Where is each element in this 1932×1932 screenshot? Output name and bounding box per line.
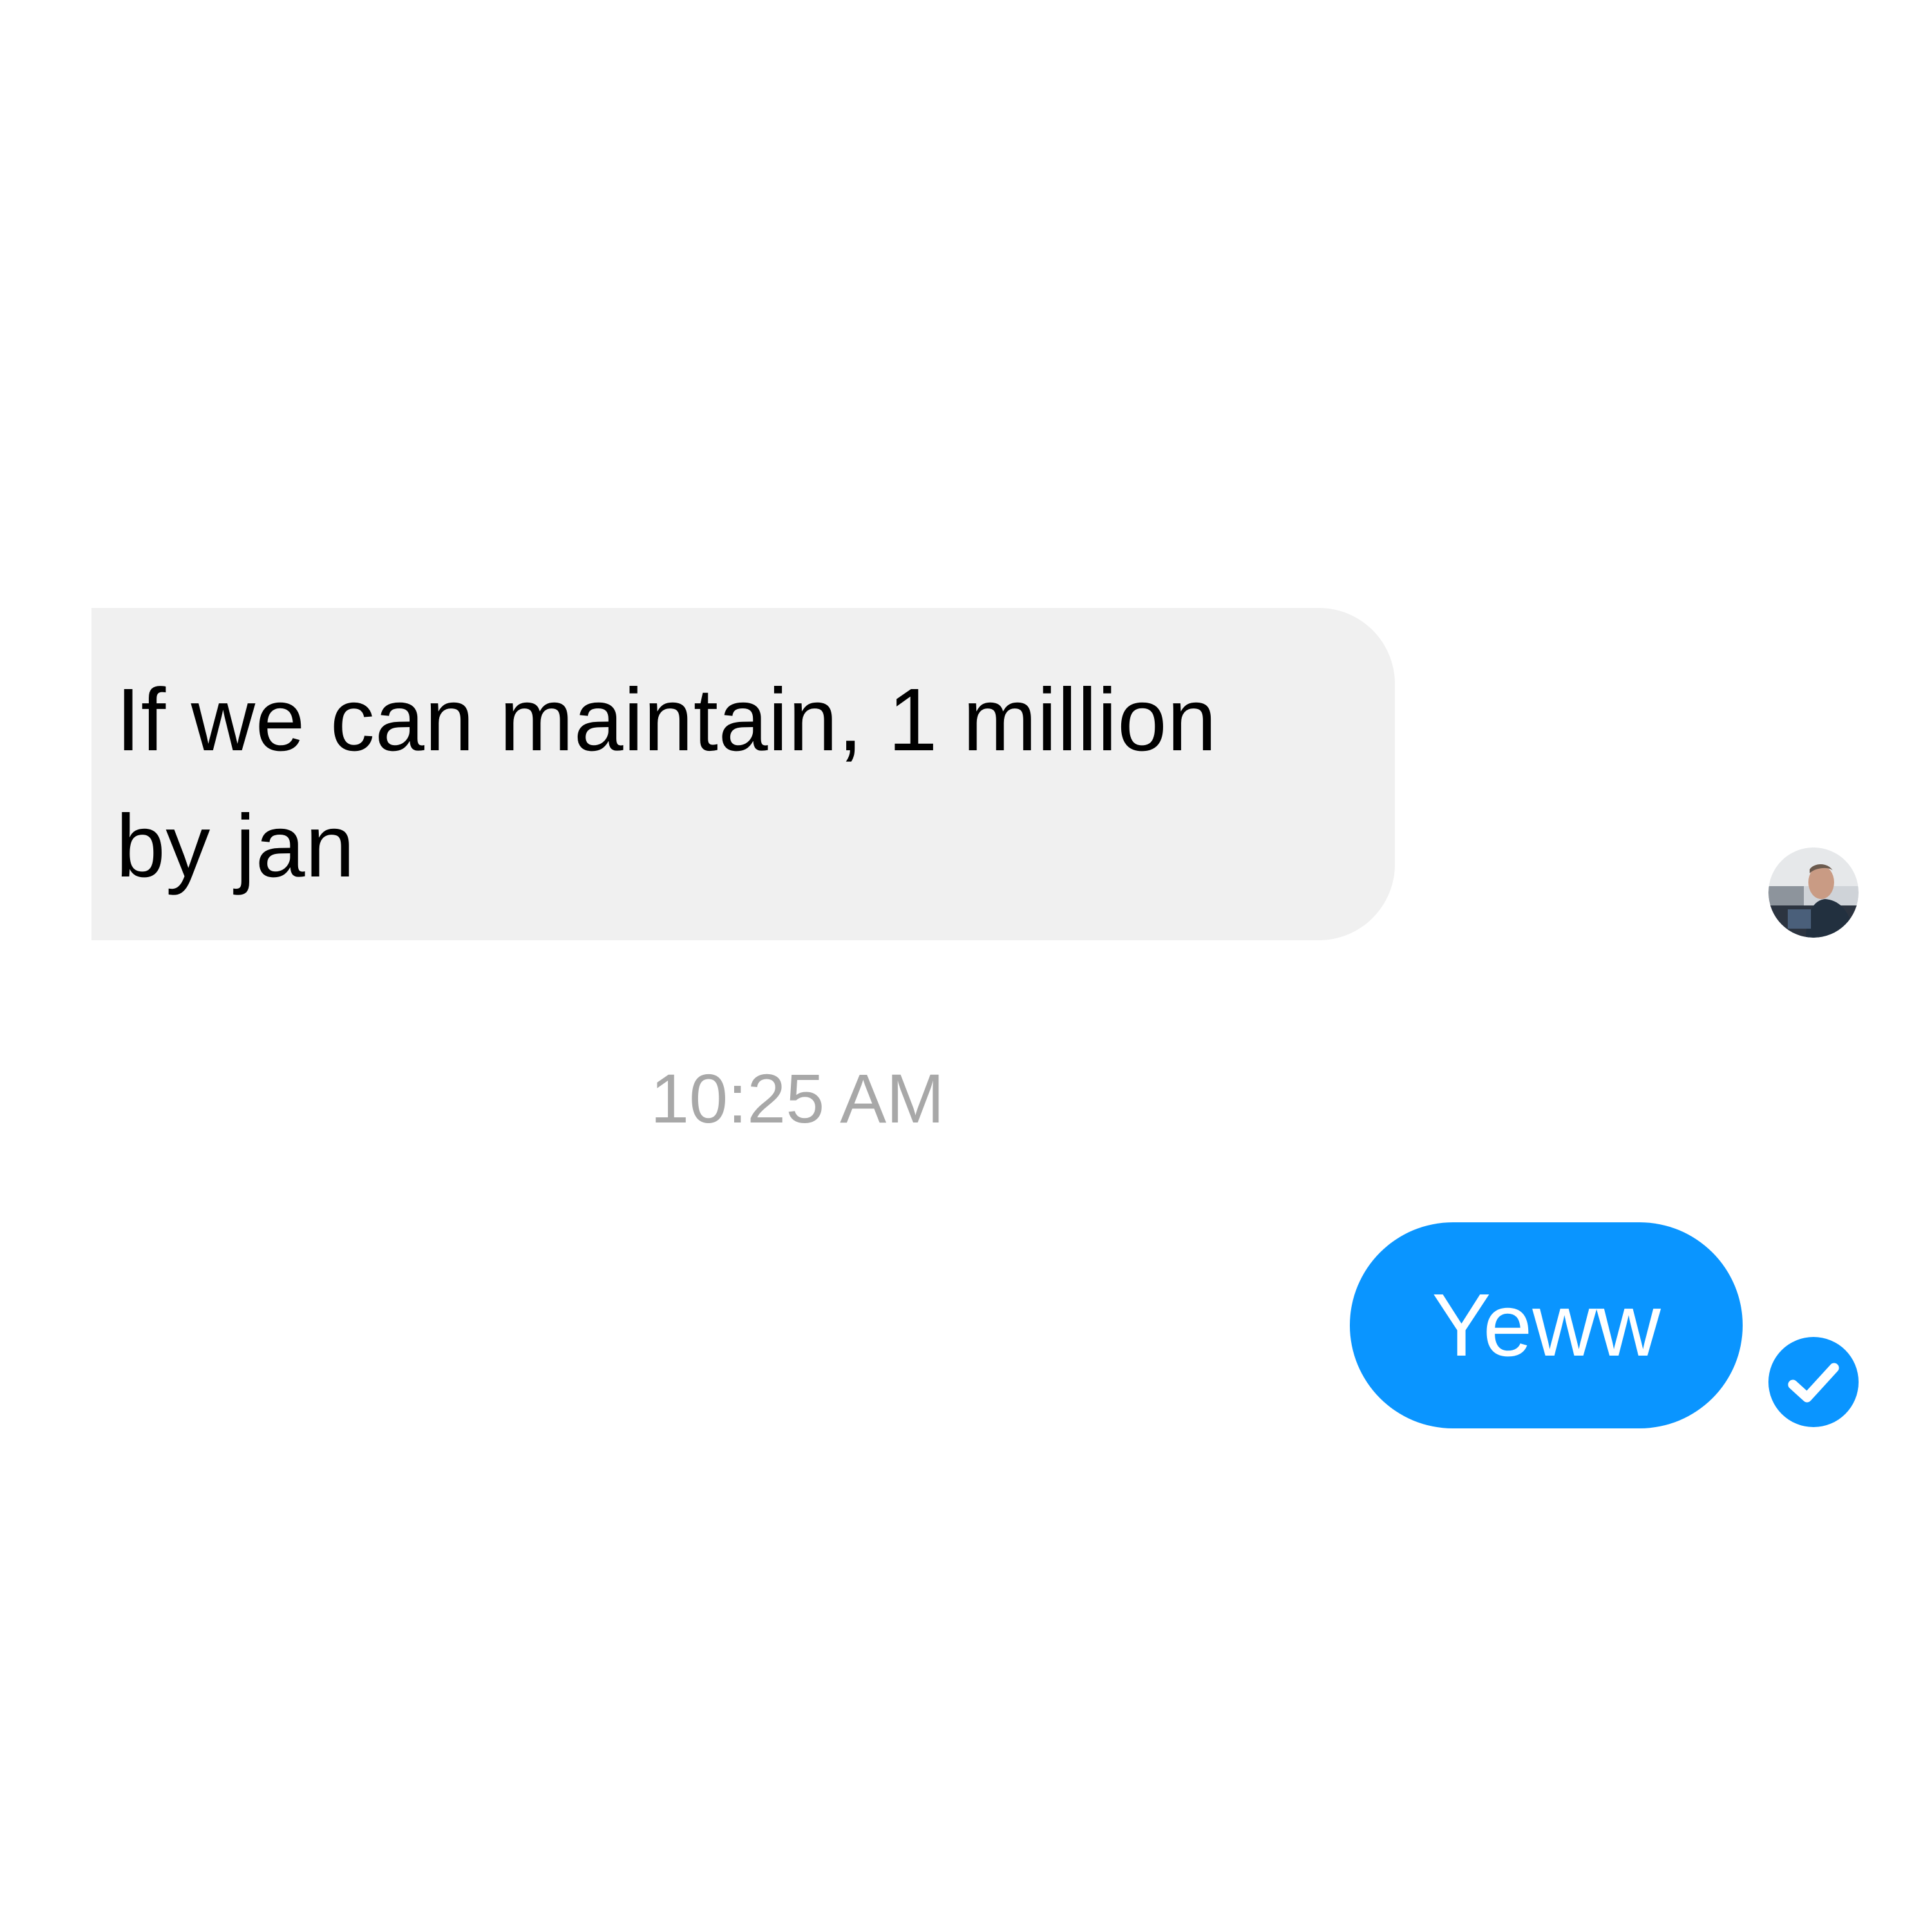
delivered-check-icon [1768, 1337, 1859, 1427]
outgoing-message-text: Yeww [1432, 1276, 1661, 1375]
message-timestamp: 10:25 AM [650, 1059, 945, 1137]
chat-thread: If we can maintain, 1 million by jan 10:… [0, 0, 1932, 1932]
incoming-message-text: If we can maintain, 1 million by jan [116, 670, 1217, 896]
avatar-icon [1768, 848, 1859, 938]
check-circle-icon [1768, 1337, 1859, 1427]
incoming-message-bubble[interactable]: If we can maintain, 1 million by jan [91, 608, 1395, 940]
read-receipt-avatar [1768, 848, 1859, 938]
outgoing-message-bubble[interactable]: Yeww [1350, 1222, 1743, 1428]
